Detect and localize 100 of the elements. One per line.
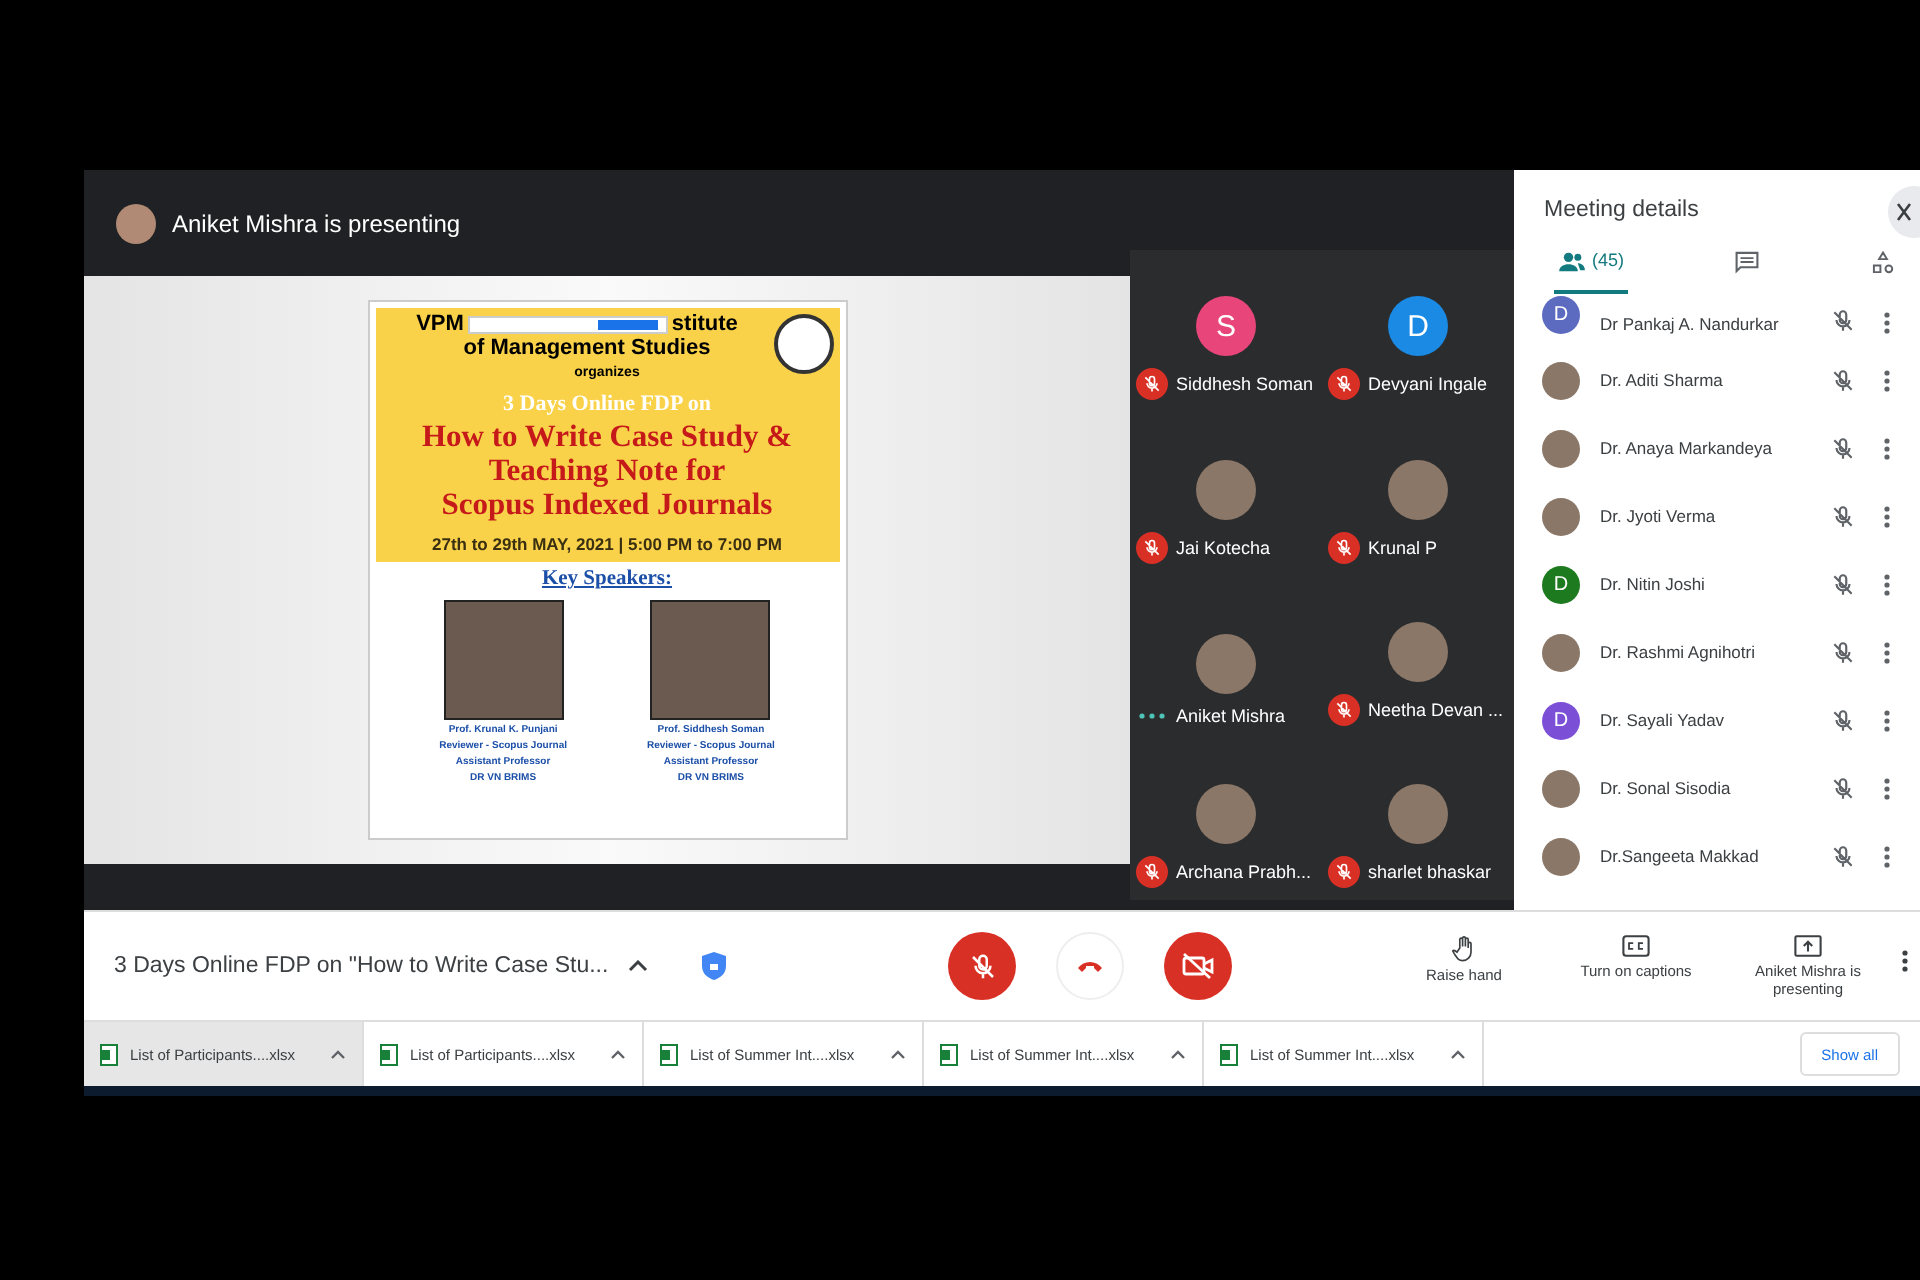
mic-off-icon: [1830, 571, 1856, 597]
participant-name: Siddhesh Soman: [1176, 374, 1314, 395]
panel-tab[interactable]: (45): [1554, 250, 1629, 294]
caret-up-icon: [1170, 1049, 1186, 1059]
more-icon[interactable]: [1884, 641, 1890, 663]
participant-name: Dr Pankaj A. Nandurkar: [1600, 314, 1781, 334]
participant-name: Dr. Rashmi Agnihotri: [1600, 642, 1757, 662]
more-icon[interactable]: [1884, 437, 1890, 459]
more-icon[interactable]: [1884, 312, 1890, 334]
participant-name: Dr. Anaya Markandeya: [1600, 438, 1774, 458]
hand-icon: [1450, 934, 1478, 962]
caret-up-icon[interactable]: [628, 960, 649, 972]
avatar-photo: [1542, 837, 1580, 875]
people-icon: [1558, 250, 1586, 274]
mic-off-icon: [1830, 308, 1856, 334]
avatar-photo: [1196, 633, 1256, 694]
participant-name: Dr. Nitin Joshi: [1600, 574, 1707, 594]
presenter-status-label: Aniket Mishra is presenting: [172, 209, 461, 237]
participant-name: Devyani Ingale: [1368, 374, 1488, 395]
avatar-photo: [1196, 784, 1256, 844]
close-icon: [1896, 202, 1912, 222]
avatar-photo: [1388, 621, 1448, 682]
camera-off-button[interactable]: [1164, 932, 1233, 1000]
meeting-title: 3 Days Online FDP on "How to Write Case Stu...: [114, 954, 609, 978]
participant-name: Dr. Sayali Yadav: [1600, 710, 1727, 730]
poster-title: Scopus Indexed Journals: [441, 488, 773, 522]
mic-off-icon: [1142, 374, 1162, 395]
avatar-photo: [1542, 497, 1580, 535]
mic-off-icon: [1830, 503, 1856, 529]
mic-off-icon: [1334, 374, 1354, 395]
more-icon[interactable]: [1884, 369, 1890, 391]
letter-avatar: D: [1388, 296, 1448, 357]
mic-off-icon: [1830, 639, 1856, 665]
mic-off-icon: [1830, 843, 1856, 869]
mic-off-icon: [1830, 707, 1856, 733]
microphone-off-button[interactable]: [948, 932, 1017, 1000]
caret-up-icon: [330, 1049, 346, 1059]
poster-title: Teaching Note for: [488, 454, 726, 488]
poster-text: VPM: [416, 312, 464, 336]
participant-name: Dr. Aditi Sharma: [1600, 370, 1725, 390]
avatar-photo: [1388, 459, 1448, 519]
letter-avatar: D: [1542, 701, 1580, 739]
presenter-avatar: [116, 203, 156, 243]
more-icon[interactable]: [1884, 777, 1890, 799]
participant-name: Archana Prabh...: [1176, 862, 1312, 882]
caret-up-icon: [890, 1049, 906, 1059]
participant-name: Neetha Devan ...: [1368, 699, 1504, 720]
avatar-photo: [1196, 459, 1256, 519]
mic-off-icon: [1334, 699, 1354, 720]
more-icon[interactable]: [1884, 709, 1890, 731]
participant-name: Jai Kotecha: [1176, 537, 1271, 557]
chat-icon: [1734, 250, 1760, 274]
spreadsheet-icon: [940, 1043, 958, 1065]
phone-icon: [1076, 958, 1105, 974]
participant-name: Dr.Sangeeta Makkad: [1600, 846, 1761, 866]
avatar-photo: [1542, 769, 1580, 807]
avatar-photo: [1542, 633, 1580, 671]
captions-icon: [1622, 934, 1650, 958]
photo-placeholder: [443, 600, 564, 720]
participant-name: Aniket Mishra: [1176, 705, 1286, 726]
letter-avatar: D: [1542, 296, 1580, 334]
poster-subtitle: 3 Days Online FDP on: [503, 392, 711, 416]
mic-off-icon: [967, 951, 998, 981]
more-icon[interactable]: [1902, 950, 1908, 972]
caret-up-icon: [610, 1049, 626, 1059]
mic-off-icon: [1334, 862, 1354, 882]
present-screen-icon: [1794, 934, 1822, 958]
poster-heading: Key Speakers:: [541, 568, 673, 590]
mic-off-icon: [1830, 775, 1856, 801]
poster-dates: 27th to 29th MAY, 2021 | 5:00 PM to 7:00 PM: [432, 534, 782, 554]
spreadsheet-icon: [380, 1043, 398, 1065]
photo-placeholder: [650, 600, 771, 720]
hang-up-button[interactable]: [1056, 932, 1125, 1000]
mic-off-icon: [1142, 862, 1162, 882]
avatar-photo: [1388, 784, 1448, 844]
more-icon[interactable]: [1884, 845, 1890, 867]
poster-text: stitute: [671, 312, 738, 336]
participant-name: sharlet bhaskar: [1368, 862, 1492, 882]
participant-name: Krunal P: [1368, 537, 1438, 557]
shapes-icon: [1869, 250, 1896, 276]
avatar-photo: [1542, 429, 1580, 467]
poster-title: How to Write Case Study &: [422, 420, 792, 454]
panel-title: Meeting details: [1544, 198, 1701, 226]
letter-avatar: S: [1196, 296, 1256, 357]
mic-off-icon: [1334, 537, 1354, 557]
caret-up-icon: [1450, 1049, 1466, 1059]
spreadsheet-icon: [660, 1043, 678, 1065]
mic-off-icon: [1830, 435, 1856, 461]
mic-off-icon: [1830, 367, 1856, 393]
letter-avatar: D: [1542, 565, 1580, 603]
more-icon[interactable]: [1884, 505, 1890, 527]
seal-logo: [773, 314, 833, 374]
participant-name: Dr. Jyoti Verma: [1600, 506, 1718, 526]
poster-text: of Management Studies: [463, 336, 711, 360]
more-icon[interactable]: [1884, 573, 1890, 595]
shield-icon[interactable]: [700, 950, 729, 982]
camera-off-icon: [1182, 952, 1215, 980]
spreadsheet-icon: [100, 1043, 118, 1065]
avatar-photo: [1542, 361, 1580, 399]
spreadsheet-icon: [1220, 1043, 1238, 1065]
